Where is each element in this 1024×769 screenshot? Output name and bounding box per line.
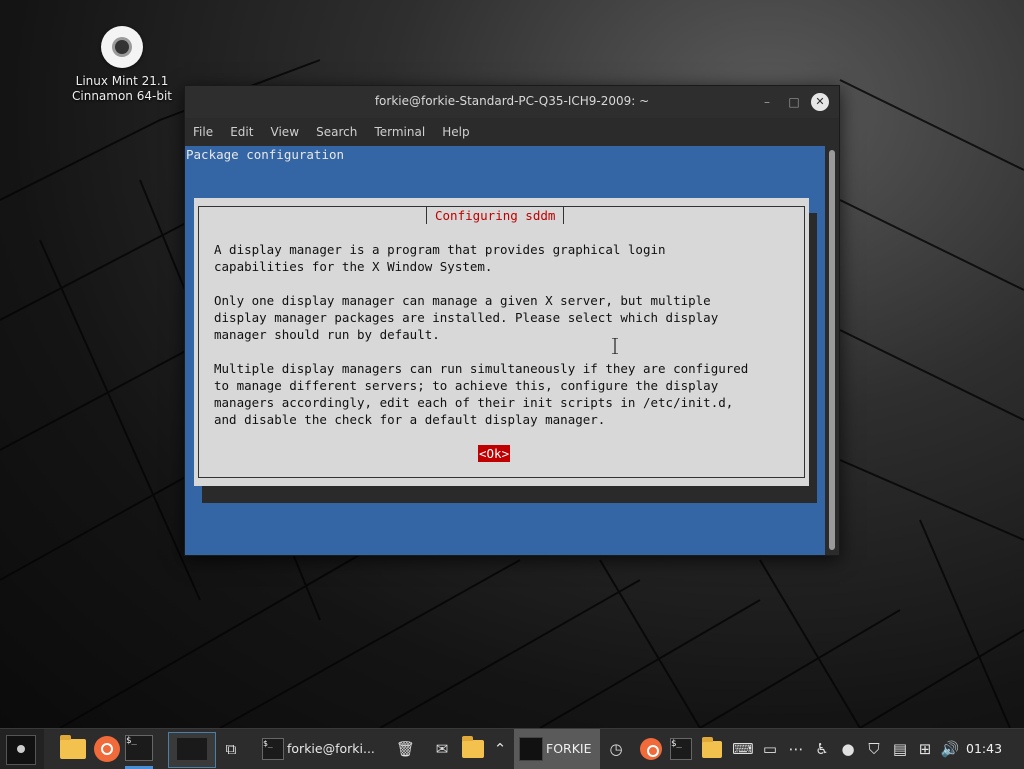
config-dialog: Configuring sddm A display manager is a … — [194, 198, 809, 486]
more-icon[interactable]: ⋯ — [786, 729, 806, 769]
dialog-body: A display manager is a program that prov… — [214, 241, 804, 445]
mail-icon[interactable]: ✉ — [432, 729, 452, 769]
desktop-icon-label-2: Cinnamon 64-bit — [72, 89, 172, 103]
taskbar-window-label: forkie@forki... — [287, 741, 375, 756]
dialog-paragraph-1: A display manager is a program that prov… — [214, 242, 666, 274]
desktop-icon-linux-mint[interactable]: Linux Mint 21.1 Cinnamon 64-bit — [62, 24, 182, 104]
forkie-label: FORKIE — [546, 741, 592, 756]
ok-button[interactable]: <Ok> — [478, 445, 511, 462]
dialog-paragraph-3: Multiple display managers can run simult… — [214, 361, 749, 427]
scrollbar-thumb[interactable] — [829, 150, 835, 550]
window-titlebar[interactable]: forkie@forkie-Standard-PC-Q35-ICH9-2009:… — [185, 86, 839, 118]
network-icon[interactable]: ⊞ — [915, 729, 935, 769]
dialog-title: Configuring sddm — [426, 207, 565, 224]
dialog-frame: Configuring sddm A display manager is a … — [198, 206, 805, 478]
timer-icon[interactable]: ◷ — [606, 729, 626, 769]
taskbar: $_ ⧉ $_ forkie@forki... 🗑 ✉ ⌃ FORKIE ◷ $… — [0, 728, 1024, 769]
terminal-icon: $_ — [125, 735, 153, 761]
firefox-icon[interactable] — [94, 736, 120, 762]
menu-button[interactable] — [0, 729, 44, 769]
text-cursor-icon — [612, 338, 618, 354]
forkie-app-icon — [519, 737, 543, 761]
terminal-launcher[interactable]: $_ — [125, 729, 153, 769]
scrollbar[interactable] — [825, 146, 839, 555]
folder-small-icon[interactable] — [702, 737, 722, 758]
disc-icon — [101, 26, 143, 68]
taskbar-window-terminal[interactable]: $_ forkie@forki... — [256, 729, 386, 769]
terminal-area[interactable]: Package configuration Configuring sddm A… — [185, 146, 825, 555]
close-button[interactable]: ✕ — [811, 93, 829, 111]
trash-icon[interactable]: 🗑 — [396, 729, 415, 769]
keyboard-icon[interactable]: ⌨ — [732, 729, 754, 769]
clipboard-icon[interactable]: ▤ — [890, 729, 910, 769]
user-icon[interactable]: ● — [838, 729, 858, 769]
package-configuration-header: Package configuration — [186, 147, 345, 162]
window-title: forkie@forkie-Standard-PC-Q35-ICH9-2009:… — [374, 94, 650, 108]
menu-bar: File Edit View Search Terminal Help — [185, 118, 839, 146]
menu-icon — [6, 735, 36, 765]
workspace-switcher[interactable] — [168, 732, 216, 768]
forkie-applet[interactable]: FORKIE — [514, 729, 600, 769]
minimize-button[interactable]: – — [758, 93, 776, 111]
dialog-paragraph-2: Only one display manager can manage a gi… — [214, 293, 719, 342]
files-icon[interactable] — [60, 735, 86, 759]
maximize-button[interactable]: □ — [785, 93, 803, 111]
clock[interactable]: 01:43 — [966, 729, 1010, 769]
terminal-small-icon: $_ — [262, 738, 284, 760]
show-windows-icon[interactable]: ⧉ — [220, 729, 242, 769]
shield-icon[interactable]: ⛉ — [864, 729, 884, 769]
menu-terminal[interactable]: Terminal — [368, 118, 431, 146]
volume-icon[interactable]: 🔊 — [940, 729, 960, 769]
terminal-window: forkie@forkie-Standard-PC-Q35-ICH9-2009:… — [184, 85, 840, 556]
menu-search[interactable]: Search — [310, 118, 363, 146]
display-icon[interactable]: ▭ — [760, 729, 780, 769]
menu-view[interactable]: View — [265, 118, 305, 146]
menu-file[interactable]: File — [187, 118, 219, 146]
desktop-icon-label-1: Linux Mint 21.1 — [75, 74, 169, 88]
folder-icon[interactable] — [462, 736, 484, 758]
accessibility-icon[interactable]: ♿ — [812, 729, 832, 769]
menu-help[interactable]: Help — [436, 118, 475, 146]
update-icon[interactable] — [640, 738, 662, 760]
terminal-tray-icon[interactable]: $_ — [670, 738, 692, 760]
workspace-preview — [177, 738, 207, 760]
up-arrow-icon[interactable]: ⌃ — [490, 729, 510, 769]
menu-edit[interactable]: Edit — [224, 118, 259, 146]
